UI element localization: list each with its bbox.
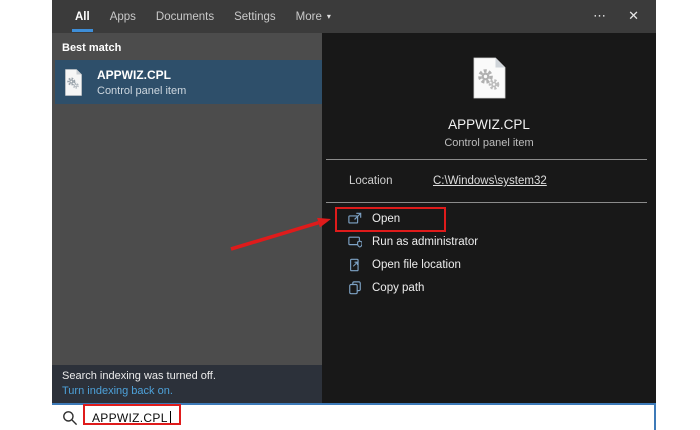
action-copy-path[interactable]: Copy path [322,276,656,299]
indexing-link[interactable]: Turn indexing back on. [62,385,322,397]
action-copy-path-label: Copy path [372,281,425,294]
location-row: Location C:\Windows\system32 [322,160,656,202]
tab-apps-label: Apps [109,10,136,23]
chevron-down-icon: ▾ [326,12,331,21]
cpl-file-icon [65,68,82,96]
divider [326,202,647,203]
action-run-as-administrator-label: Run as administrator [372,235,479,248]
copy-path-icon [349,280,361,294]
close-icon[interactable]: ✕ [628,9,639,24]
open-file-location-icon [350,258,359,271]
annotation-box-search [83,404,181,425]
best-match-texts: APPWIZ.CPL Control panel item [97,68,186,97]
search-icon [63,410,78,425]
indexing-message: Search indexing was turned off. [62,370,216,382]
best-match-result[interactable]: APPWIZ.CPL Control panel item [55,60,322,104]
annotation-box-open [335,207,446,232]
location-link[interactable]: C:\Windows\system32 [433,175,547,187]
action-open-file-location-label: Open file location [372,258,461,271]
best-match-header: Best match [62,42,122,54]
tab-more[interactable]: More ▾ [296,0,331,33]
search-filter-bar: All Apps Documents Settings More ▾ ⋯ ✕ [52,0,656,33]
tab-all[interactable]: All [72,0,93,33]
results-panel: Best match APPWIZ.CPL Control panel item [52,33,322,365]
detail-subtitle: Control panel item [444,137,534,149]
best-match-subtitle: Control panel item [97,84,187,97]
detail-title: APPWIZ.CPL [448,117,530,132]
tab-all-label: All [75,10,90,23]
action-run-as-administrator[interactable]: Run as administrator [322,230,656,253]
indexing-notice: Search indexing was turned off. Turn ind… [52,365,322,403]
filter-tabs: All Apps Documents Settings More ▾ [52,0,331,33]
tab-documents[interactable]: Documents [156,0,214,33]
tab-settings[interactable]: Settings [234,0,276,33]
ellipsis-menu-icon[interactable]: ⋯ [593,9,607,24]
cpl-file-icon [473,57,505,99]
tab-apps[interactable]: Apps [110,0,136,33]
run-as-administrator-icon [348,236,362,248]
location-label: Location [349,175,393,187]
best-match-title: APPWIZ.CPL [97,67,171,82]
topbar-controls: ⋯ ✕ [593,0,656,33]
tab-documents-label: Documents [155,10,215,23]
search-flyout-screenshot: All Apps Documents Settings More ▾ ⋯ ✕ B… [0,0,700,430]
action-open-file-location[interactable]: Open file location [322,253,656,276]
tab-settings-label: Settings [234,10,276,23]
detail-icon-wrap [322,33,656,104]
tab-more-label: More [295,10,322,23]
